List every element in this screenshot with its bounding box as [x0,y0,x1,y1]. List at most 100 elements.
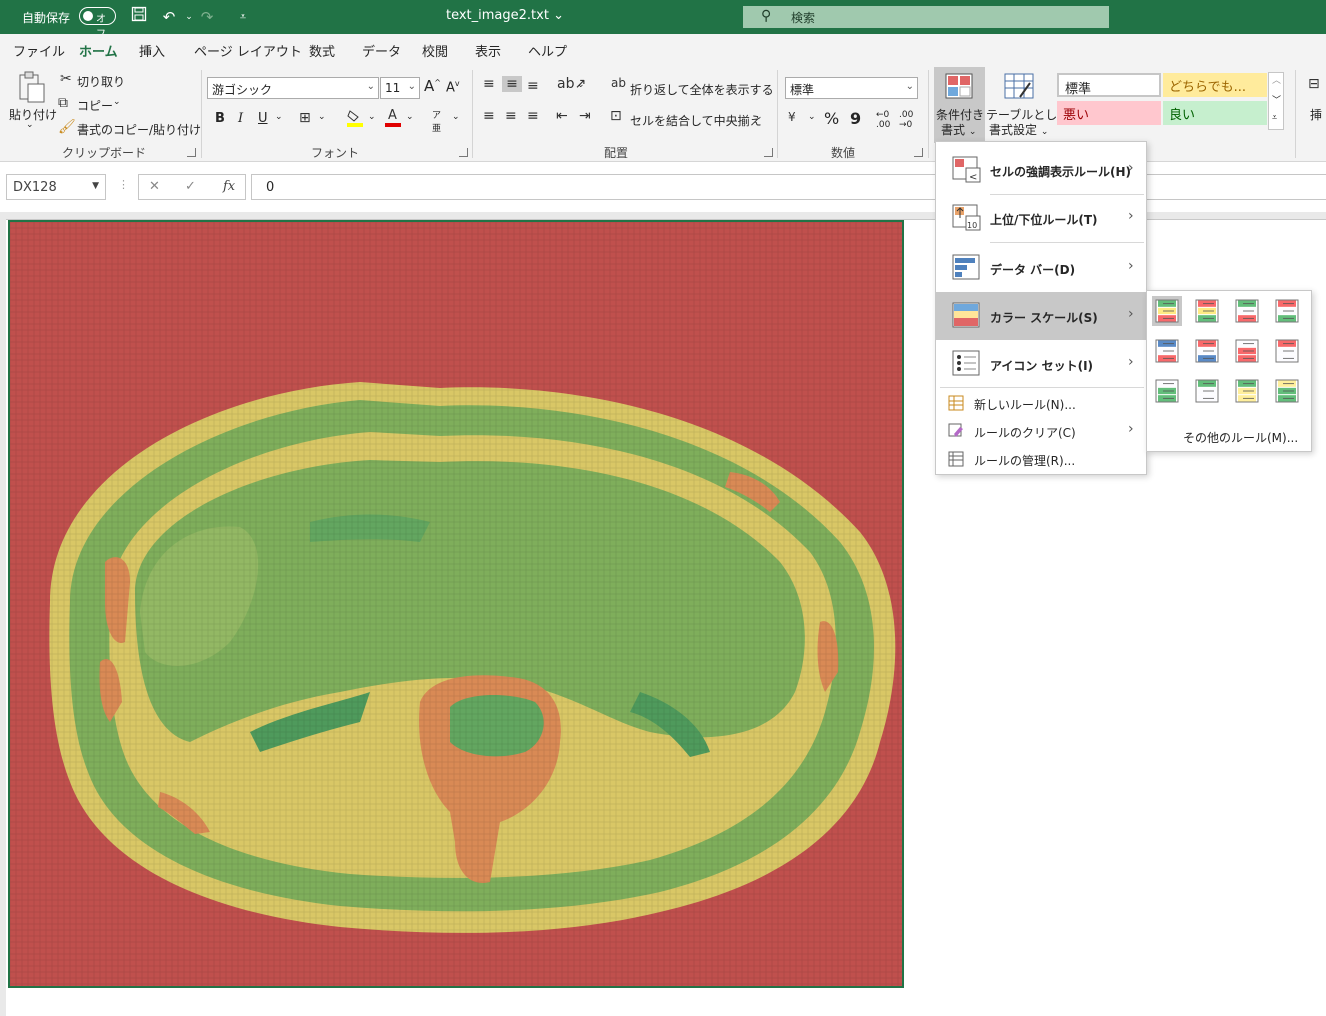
tab-insert[interactable]: 挿入 [139,41,165,60]
alignment-launcher-icon[interactable] [764,148,773,157]
style-neutral[interactable]: どちらでも... [1163,73,1267,97]
heatmap-cells[interactable] [8,220,904,988]
currency-icon[interactable]: ¥ [788,110,796,124]
chevron-up-icon[interactable]: ︿ [1272,73,1281,86]
insert-cells-button[interactable]: 挿 [1310,106,1322,123]
style-good[interactable]: 良い [1163,101,1267,125]
color-scale-option[interactable] [1272,336,1302,366]
comma-button[interactable]: 9 [850,109,861,128]
customize-toolbar-icon[interactable]: ⩡ [232,6,254,28]
tab-review[interactable]: 校閲 [422,41,448,60]
color-scale-option[interactable] [1232,336,1262,366]
menu-color-scales[interactable]: カラー スケール(S) › [936,292,1146,340]
orientation-dropdown-icon[interactable]: ⌄ [577,80,585,90]
clipboard-launcher-icon[interactable] [187,148,196,157]
tab-page-layout[interactable]: ページ レイアウト [194,41,302,60]
fill-color-icon[interactable] [346,108,364,128]
row-headers[interactable] [0,212,6,1016]
tab-formulas[interactable]: 数式 [309,41,335,60]
wrap-text-icon[interactable]: ab [611,76,626,90]
formula-input[interactable]: 0 [251,174,1326,200]
more-rules-link[interactable]: その他のルール(M)... [1183,429,1298,446]
color-scale-option[interactable] [1152,376,1182,406]
borders-dropdown-icon[interactable]: ⌄ [318,112,326,122]
menu-top-bottom-rules[interactable]: 10 上位/下位ルール(T) › [936,194,1146,242]
menu-icon-sets[interactable]: アイコン セット(I) › [936,340,1146,388]
tab-file[interactable]: ファイル [13,41,65,60]
chevron-down-icon[interactable]: ﹀ [1272,93,1281,106]
color-scale-option[interactable] [1152,296,1182,326]
shrink-font-button[interactable]: Av [446,79,460,95]
styles-gallery-scroll[interactable]: ︿ ﹀ ⩡ [1268,72,1284,130]
currency-dropdown-icon[interactable]: ⌄ [808,112,816,122]
insert-function-icon[interactable]: fx [223,179,235,194]
copy-dropdown-icon[interactable]: ⌄ [113,97,121,107]
color-scale-option[interactable] [1232,296,1262,326]
tab-home[interactable]: ホーム [79,41,118,67]
paste-icon[interactable] [14,70,48,104]
align-top-icon[interactable]: ≡ [483,76,495,92]
align-right-icon[interactable]: ≡ [527,108,539,124]
bold-button[interactable]: B [215,111,225,126]
name-box[interactable]: DX128 ▼ [6,174,106,200]
color-scale-option[interactable] [1192,336,1222,366]
menu-data-bars[interactable]: データ バー(D) › [936,244,1146,292]
menu-clear-rules[interactable]: ルールのクリア(C) › [936,418,1146,444]
menu-manage-rules[interactable]: ルールの管理(R)... [936,446,1146,472]
menu-highlight-cells-rules[interactable]: < セルの強調表示ルール(H) › [936,146,1146,194]
fill-color-dropdown-icon[interactable]: ⌄ [368,112,376,122]
font-size-select[interactable]: 11 ⌄ [380,77,420,99]
merge-center-icon[interactable]: ⊡ [610,108,622,124]
save-icon[interactable] [128,6,150,28]
style-normal[interactable]: 標準 [1057,73,1161,97]
font-color-icon[interactable]: A [384,108,402,128]
color-scale-option[interactable] [1152,336,1182,366]
color-scale-option[interactable] [1232,376,1262,406]
align-bottom-icon[interactable]: ≡ [527,78,539,94]
search-box[interactable]: ⚲ 検索 [743,6,1109,28]
format-painter-icon[interactable]: 🖌 [58,119,76,135]
percent-button[interactable]: % [824,109,839,128]
color-scale-option[interactable] [1272,296,1302,326]
format-as-table-button[interactable]: テーブルとして 書式設定 ⌄ [986,67,1069,143]
wrap-text-button[interactable]: 折り返して全体を表示する [630,81,774,98]
cut-icon[interactable]: ✂ [60,71,72,87]
menu-new-rule[interactable]: 新しいルール(N)... [936,390,1146,416]
color-scale-option[interactable] [1192,296,1222,326]
undo-icon[interactable]: ↶ [158,6,180,28]
grow-font-button[interactable]: A^ [424,77,441,95]
color-scale-option[interactable] [1272,376,1302,406]
conditional-formatting-button[interactable]: 条件付き 書式 ⌄ [934,67,985,143]
tab-view[interactable]: 表示 [475,41,501,60]
enter-icon[interactable]: ✓ [185,179,196,194]
phonetic-dropdown-icon[interactable]: ⌄ [452,112,460,122]
underline-button[interactable]: U [258,111,268,126]
number-launcher-icon[interactable] [914,148,923,157]
underline-dropdown-icon[interactable]: ⌄ [275,112,283,122]
italic-button[interactable]: I [238,111,243,126]
borders-icon[interactable]: ⊞ [299,110,311,126]
copy-icon[interactable]: ⧉ [58,95,68,111]
copy-button[interactable]: コピー [77,97,113,114]
paste-dropdown-icon[interactable]: ⌄ [26,120,34,130]
merge-center-button[interactable]: セルを結合して中央揃え [630,112,762,129]
font-color-dropdown-icon[interactable]: ⌄ [406,112,414,122]
font-name-select[interactable]: 游ゴシック ⌄ [207,77,379,99]
merge-dropdown-icon[interactable]: ⌄ [755,112,763,122]
cut-button[interactable]: 切り取り [77,73,125,90]
autosave-toggle[interactable]: オフ [79,7,116,40]
decrease-decimal-button[interactable]: .00 →0 [899,110,913,130]
increase-indent-icon[interactable]: ⇥ [579,108,591,124]
tab-data[interactable]: データ [362,41,401,60]
align-left-icon[interactable]: ≡ [483,108,495,124]
number-format-select[interactable]: 標準 ⌄ [785,77,918,99]
font-launcher-icon[interactable] [459,148,468,157]
color-scale-option[interactable] [1192,376,1222,406]
style-bad[interactable]: 悪い [1057,101,1161,125]
increase-decimal-button[interactable]: ←0.00 [876,110,890,130]
phonetic-button[interactable]: ア亜 [432,108,441,134]
cancel-icon[interactable]: ✕ [149,179,160,194]
align-center-icon[interactable]: ≡ [505,108,517,124]
format-painter-button[interactable]: 書式のコピー/貼り付け [77,121,201,138]
gallery-more-icon[interactable]: ⩡ [1272,113,1277,123]
